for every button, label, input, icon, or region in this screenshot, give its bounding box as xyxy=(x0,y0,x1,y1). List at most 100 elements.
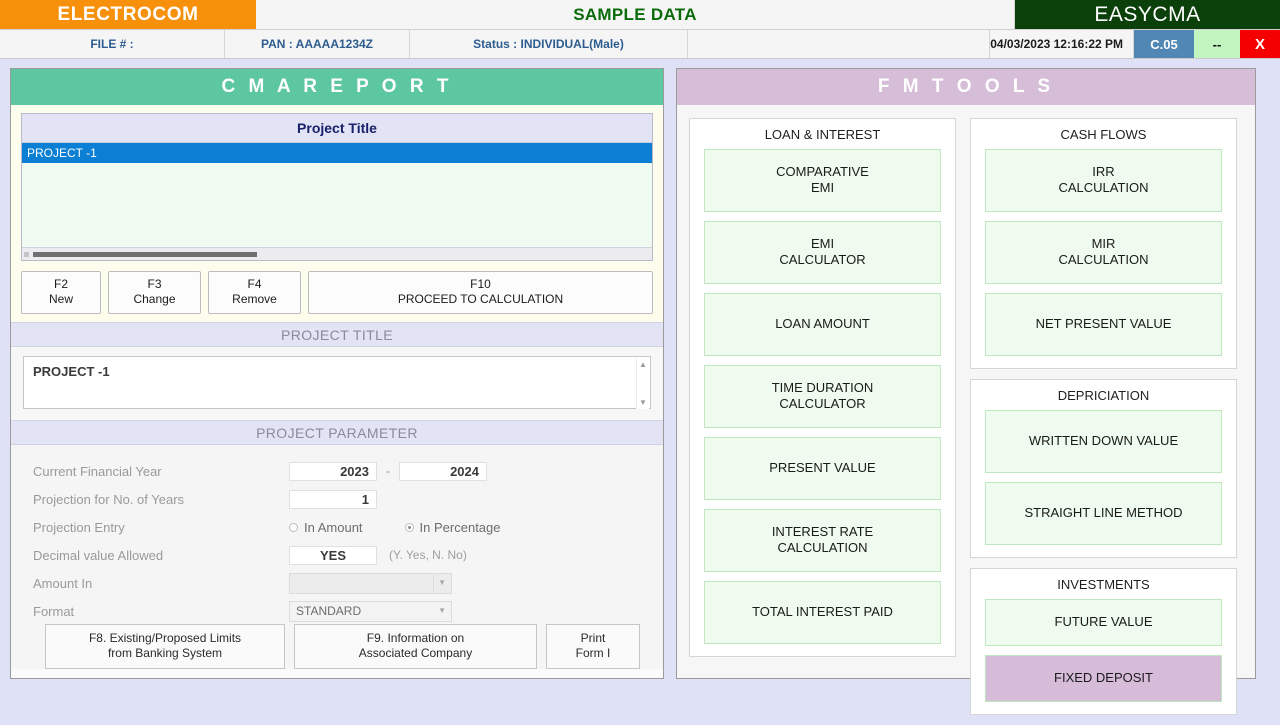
amount-in-select[interactable]: ▼ xyxy=(289,572,452,594)
financial-year-to-input[interactable]: 2024 xyxy=(399,461,487,481)
fm-tools-title: F M T O O L S xyxy=(677,69,1255,105)
pan-field[interactable]: PAN : AAAAA1234Z xyxy=(225,30,410,58)
associated-company-button[interactable]: F9. Information on Associated Company xyxy=(294,624,537,669)
fm-tools-body: LOAN & INTEREST COMPARATIVE EMI EMI CALC… xyxy=(677,105,1255,725)
radio-in-percentage-label[interactable]: In Percentage xyxy=(420,520,501,535)
net-present-value-button[interactable]: NET PRESENT VALUE xyxy=(985,293,1222,356)
status-spacer xyxy=(688,30,991,58)
workspace: C M A R E P O R T Project Title PROJECT … xyxy=(0,59,1280,715)
cma-report-panel: C M A R E P O R T Project Title PROJECT … xyxy=(10,68,664,679)
project-title-value: PROJECT -1 xyxy=(33,364,110,379)
projection-years-label: Projection for No. of Years xyxy=(33,491,185,507)
irr-calculation-button[interactable]: IRR CALCULATION xyxy=(985,149,1222,212)
written-down-value-line1: WRITTEN DOWN VALUE xyxy=(1028,433,1179,448)
emi-calculator-button[interactable]: EMI CALCULATOR xyxy=(704,221,941,284)
project-list[interactable]: Project Title PROJECT -1 xyxy=(21,113,653,261)
new-button[interactable]: F2 New xyxy=(21,271,101,314)
time-duration-calculator-button[interactable]: TIME DURATION CALCULATOR xyxy=(704,365,941,428)
project-parameters: Current Financial Year 2023 - 2024 Proje… xyxy=(11,445,663,622)
future-value-button[interactable]: FUTURE VALUE xyxy=(985,599,1222,646)
emi-calculator-line2: CALCULATOR xyxy=(779,252,866,267)
print-form-i-button[interactable]: Print Form I xyxy=(546,624,640,669)
project-parameter-section-header: PROJECT PARAMETER xyxy=(11,420,663,445)
row-decimal-allowed: Decimal value Allowed YES (Y. Yes, N. No… xyxy=(11,541,663,569)
fm-tools-panel: F M T O O L S LOAN & INTEREST COMPARATIV… xyxy=(676,68,1256,715)
change-button-key: F3 xyxy=(147,277,162,291)
projection-years-input[interactable]: 1 xyxy=(289,489,377,509)
scroll-left-arrow-icon[interactable] xyxy=(24,252,29,257)
radio-in-amount-label[interactable]: In Amount xyxy=(304,520,363,535)
project-title-area: PROJECT -1 ▲ ▼ xyxy=(11,347,663,420)
list-item[interactable]: PROJECT -1 xyxy=(22,143,652,163)
financial-year-label: Current Financial Year xyxy=(33,463,162,479)
row-projection-years: Projection for No. of Years 1 xyxy=(11,485,663,513)
mir-line2: CALCULATION xyxy=(1058,252,1149,267)
bottom-action-buttons: F8. Existing/Proposed Limits from Bankin… xyxy=(11,617,663,669)
loan-amount-line1: LOAN AMOUNT xyxy=(775,316,870,331)
proceed-to-calculation-button[interactable]: F10 PROCEED TO CALCULATION xyxy=(308,271,653,314)
group-depriciation: DEPRICIATION WRITTEN DOWN VALUE STRAIGHT… xyxy=(970,379,1237,558)
change-button-label: Change xyxy=(133,292,176,306)
future-value-line1: FUTURE VALUE xyxy=(1054,614,1153,629)
existing-proposed-limits-button[interactable]: F8. Existing/Proposed Limits from Bankin… xyxy=(45,624,285,669)
minimize-button[interactable]: -- xyxy=(1194,30,1240,58)
financial-year-dash: - xyxy=(386,464,390,478)
project-list-hscrollbar[interactable] xyxy=(22,247,652,260)
remove-button[interactable]: F4 Remove xyxy=(208,271,301,314)
project-list-body[interactable]: PROJECT -1 xyxy=(22,143,652,247)
comparative-emi-line1: COMPARATIVE xyxy=(776,164,869,179)
chevron-down-icon[interactable]: ▼ xyxy=(438,606,446,615)
radio-in-amount-icon[interactable] xyxy=(289,522,298,532)
radio-in-percentage-icon[interactable] xyxy=(404,522,414,532)
proceed-button-key: F10 xyxy=(470,277,491,291)
projection-entry-radio-group: In Amount In Percentage xyxy=(289,520,543,535)
project-list-zone: Project Title PROJECT -1 F2 New F3 Chang… xyxy=(11,105,663,322)
group-investments-title: INVESTMENTS xyxy=(1057,577,1150,592)
loan-amount-button[interactable]: LOAN AMOUNT xyxy=(704,293,941,356)
remove-button-key: F4 xyxy=(247,277,262,291)
group-cash-flows-title: CASH FLOWS xyxy=(1060,127,1147,142)
group-investments: INVESTMENTS FUTURE VALUE FIXED DEPOSIT xyxy=(970,568,1237,715)
present-value-button[interactable]: PRESENT VALUE xyxy=(704,437,941,500)
interest-rate-calculation-button[interactable]: INTEREST RATE CALCULATION xyxy=(704,509,941,572)
chevron-down-icon[interactable]: ▼ xyxy=(438,578,446,587)
existing-limits-line2: from Banking System xyxy=(107,646,223,660)
change-button[interactable]: F3 Change xyxy=(108,271,201,314)
time-duration-line1: TIME DURATION xyxy=(771,380,874,395)
fm-tools-column-left: LOAN & INTEREST COMPARATIVE EMI EMI CALC… xyxy=(689,118,956,725)
written-down-value-button[interactable]: WRITTEN DOWN VALUE xyxy=(985,410,1222,473)
irr-line1: IRR xyxy=(1092,164,1115,179)
file-number-field[interactable]: FILE # : xyxy=(0,30,225,58)
version-badge[interactable]: C.05 xyxy=(1134,30,1194,58)
group-loan-and-interest: LOAN & INTEREST COMPARATIVE EMI EMI CALC… xyxy=(689,118,956,657)
client-status-field[interactable]: Status : INDIVIDUAL(Male) xyxy=(410,30,688,58)
mir-calculation-button[interactable]: MIR CALCULATION xyxy=(985,221,1222,284)
close-button[interactable]: X xyxy=(1240,30,1280,58)
format-select[interactable]: STANDARD ▼ xyxy=(289,600,452,622)
project-title-input[interactable]: PROJECT -1 ▲ ▼ xyxy=(23,356,651,409)
scroll-up-arrow-icon[interactable]: ▲ xyxy=(639,360,647,369)
decimal-allowed-input[interactable]: YES xyxy=(289,545,377,565)
comparative-emi-button[interactable]: COMPARATIVE EMI xyxy=(704,149,941,212)
fixed-deposit-line1: FIXED DEPOSIT xyxy=(1054,670,1153,685)
financial-year-from-input[interactable]: 2023 xyxy=(289,461,377,481)
total-interest-paid-button[interactable]: TOTAL INTEREST PAID xyxy=(704,581,941,644)
straight-line-method-button[interactable]: STRAIGHT LINE METHOD xyxy=(985,482,1222,545)
comparative-emi-line2: EMI xyxy=(810,180,835,195)
row-projection-entry: Projection Entry In Amount In Percentage xyxy=(11,513,663,541)
status-bar: FILE # : PAN : AAAAA1234Z Status : INDIV… xyxy=(0,30,1280,59)
decimal-allowed-hint: (Y. Yes, N. No) xyxy=(389,548,467,562)
net-present-value-line1: NET PRESENT VALUE xyxy=(1035,316,1172,331)
print-form-line2: Form I xyxy=(575,646,611,660)
projection-entry-label: Projection Entry xyxy=(33,519,125,535)
present-value-line1: PRESENT VALUE xyxy=(769,460,876,475)
fixed-deposit-button[interactable]: FIXED DEPOSIT xyxy=(985,655,1222,702)
new-button-label: New xyxy=(48,292,73,306)
new-button-key: F2 xyxy=(53,277,68,291)
project-title-vscrollbar[interactable]: ▲ ▼ xyxy=(636,358,649,409)
scrollbar-thumb[interactable] xyxy=(33,252,257,257)
straight-line-method-line1: STRAIGHT LINE METHOD xyxy=(1024,505,1183,520)
associated-company-line1: F9. Information on xyxy=(366,631,465,645)
scroll-down-arrow-icon[interactable]: ▼ xyxy=(639,398,647,407)
group-cash-flows: CASH FLOWS IRR CALCULATION MIR CALCULATI… xyxy=(970,118,1237,369)
